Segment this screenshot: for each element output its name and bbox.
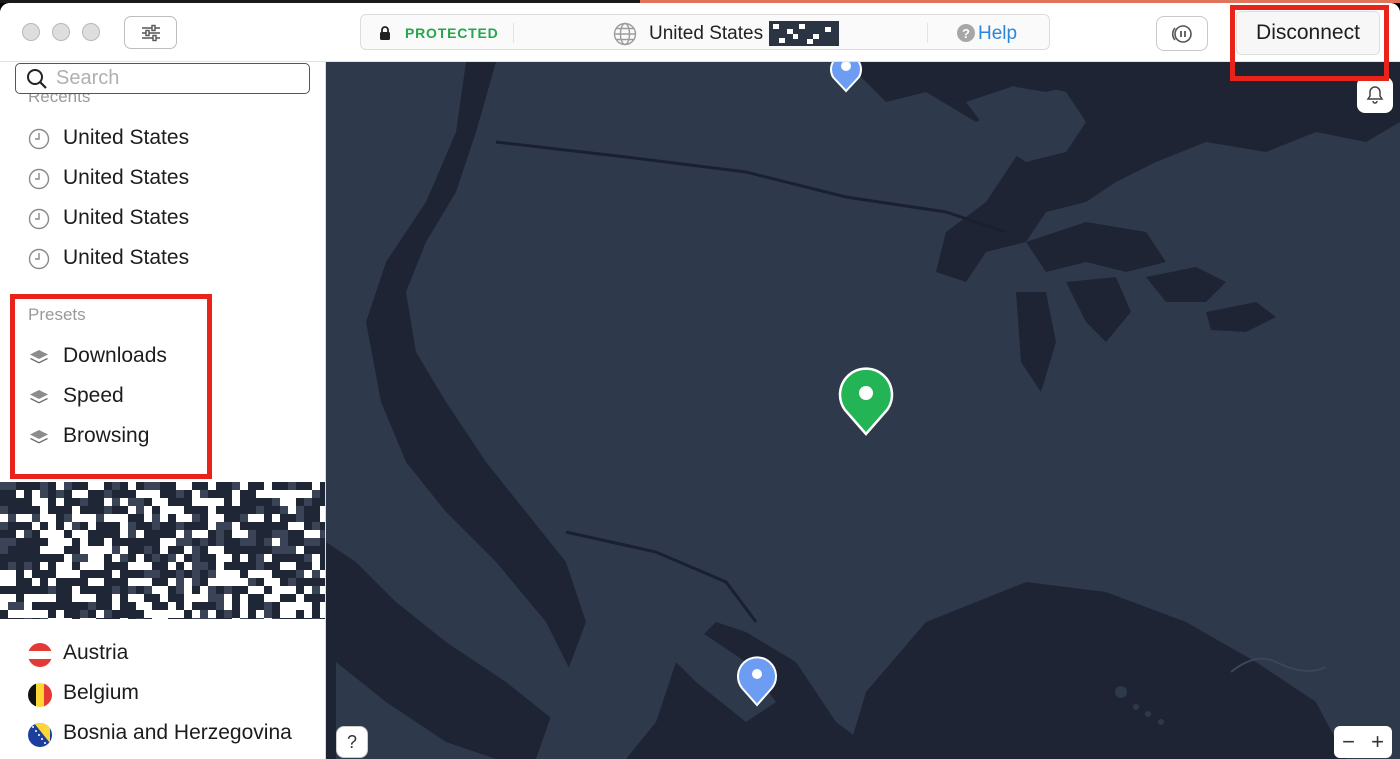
search-icon [27,69,47,89]
recent-item[interactable]: United States [0,199,325,239]
divider [513,23,514,43]
sliders-icon [141,24,160,41]
zoom-window-button[interactable] [82,23,100,41]
country-label: Bosnia and Herzegovina [63,721,292,744]
server-pin-icon[interactable] [825,62,867,93]
help-question-icon[interactable]: ? [957,24,975,42]
presets-highlight-box [10,294,212,479]
redacted-area [0,482,325,619]
recent-item[interactable]: United States [0,239,325,279]
zoom-out-button[interactable]: − [1342,729,1355,755]
recent-item-label: United States [63,166,190,189]
search-input[interactable] [56,66,301,90]
connected-location-pin-icon[interactable] [835,363,897,437]
country-label: Belgium [63,681,139,704]
zoom-controls: − + [1334,726,1392,758]
country-label: Austria [63,641,129,664]
clock-icon [28,168,50,190]
minimize-window-button[interactable] [52,23,70,41]
connected-country: United States [649,23,764,44]
country-item-bosnia-and-herzegovina[interactable]: Bosnia and Herzegovina [0,714,325,754]
recent-item-label: United States [63,246,190,269]
disconnect-highlight-box [1230,5,1389,81]
zoom-in-button[interactable]: + [1371,729,1384,755]
close-window-button[interactable] [22,23,40,41]
pause-protection-button[interactable] [1156,16,1208,51]
recent-item[interactable]: United States [0,159,325,199]
country-item-austria[interactable]: Austria [0,634,325,674]
clock-icon [28,128,50,150]
country-item-belgium[interactable]: Belgium [0,674,325,714]
bosnia-flag-icon [28,723,52,747]
server-pin-icon[interactable] [735,654,779,708]
notifications-button[interactable] [1357,77,1393,113]
divider [927,23,928,43]
map-help-button[interactable]: ? [336,726,368,758]
clock-icon [28,248,50,270]
vpn-app-window: PROTECTED United States ? Help Disconnec… [0,3,1400,759]
clock-icon [28,208,50,230]
bell-icon [1366,86,1384,104]
server-list-sidebar: Recents United States United States Unit… [0,62,326,759]
recent-item-label: United States [63,126,190,149]
recent-item[interactable]: United States [0,119,325,159]
title-bar: PROTECTED United States ? Help Disconnec… [0,3,1400,62]
globe-icon [613,22,637,46]
connection-status-bar: PROTECTED United States ? Help [360,14,1050,50]
protection-status: PROTECTED [405,25,499,41]
belgium-flag-icon [28,683,52,707]
search-box[interactable] [15,63,310,94]
austria-flag-icon [28,643,52,667]
filter-settings-button[interactable] [124,16,177,49]
world-map[interactable]: ? − + [326,62,1400,759]
help-link[interactable]: Help [978,23,1017,45]
shield-pause-icon [1171,24,1192,43]
redacted-server-number [769,21,839,46]
recent-item-label: United States [63,206,190,229]
lock-icon [380,26,390,40]
